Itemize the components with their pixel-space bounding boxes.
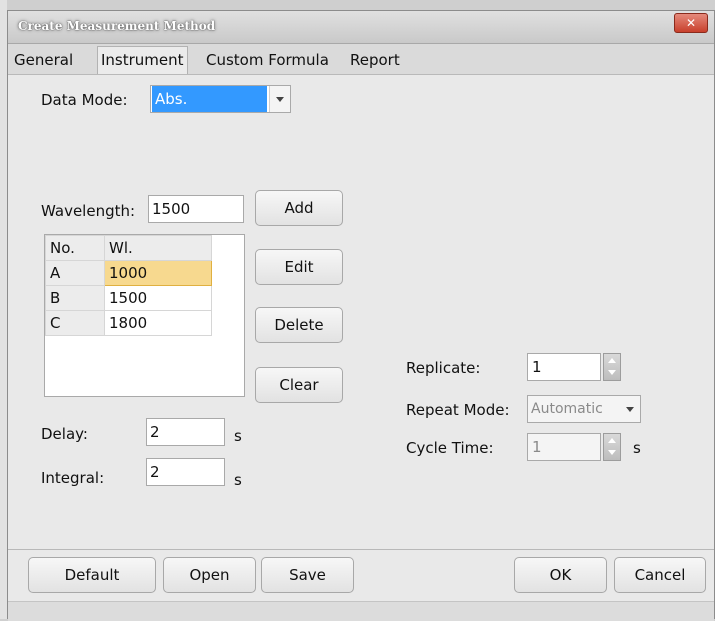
tab-strip: General Instrument Custom Formula Report xyxy=(8,44,714,75)
close-button[interactable]: ✕ xyxy=(674,13,708,33)
wl-cell[interactable]: 1800 xyxy=(104,310,212,336)
tab-report[interactable]: Report xyxy=(350,50,400,72)
title-bar: Create Measurement Method ✕ xyxy=(8,11,714,44)
row-label: B xyxy=(45,285,105,311)
data-mode-select[interactable]: Abs. xyxy=(150,85,291,113)
wavelength-list[interactable]: No. Wl. A 1000 B 1500 C 1800 xyxy=(44,234,245,397)
default-button[interactable]: Default xyxy=(28,557,156,593)
delay-input[interactable]: 2 xyxy=(146,418,225,446)
wavelength-label: Wavelength: xyxy=(41,202,136,220)
replicate-input[interactable]: 1 xyxy=(527,353,601,381)
table-row[interactable]: C 1800 xyxy=(45,310,212,336)
status-bar xyxy=(8,601,714,621)
wl-cell[interactable]: 1000 xyxy=(104,260,212,286)
spin-arrows-icon[interactable] xyxy=(603,353,621,381)
row-label: A xyxy=(45,260,105,286)
integral-unit: s xyxy=(234,471,242,489)
tab-general[interactable]: General xyxy=(14,50,73,72)
add-button[interactable]: Add xyxy=(255,190,343,226)
cycle-time-input[interactable]: 1 xyxy=(527,433,601,461)
spin-arrows-icon[interactable] xyxy=(603,433,621,461)
column-header-no: No. xyxy=(45,235,105,261)
background-strip xyxy=(0,0,7,619)
dialog-window: Create Measurement Method ✕ General Inst… xyxy=(7,10,715,621)
integral-label: Integral: xyxy=(41,469,105,487)
chevron-down-icon[interactable] xyxy=(269,86,290,112)
table-row[interactable]: B 1500 xyxy=(45,285,212,311)
repeat-mode-value: Automatic xyxy=(531,401,603,417)
clear-button[interactable]: Clear xyxy=(255,367,343,403)
wavelength-input[interactable]: 1500 xyxy=(148,195,244,223)
footer-divider xyxy=(8,549,714,550)
wl-cell[interactable]: 1500 xyxy=(104,285,212,311)
open-button[interactable]: Open xyxy=(163,557,256,593)
column-header-wl: Wl. xyxy=(104,235,212,261)
edit-button[interactable]: Edit xyxy=(255,249,343,285)
cycle-time-label: Cycle Time: xyxy=(406,439,494,457)
delay-label: Delay: xyxy=(41,425,88,443)
row-label: C xyxy=(45,310,105,336)
data-mode-label: Data Mode: xyxy=(41,91,128,109)
instrument-panel: Data Mode: Abs. Wavelength: 1500 Add No.… xyxy=(8,75,714,548)
chevron-down-icon[interactable] xyxy=(620,396,640,422)
wavelength-table: No. Wl. A 1000 B 1500 C 1800 xyxy=(45,235,212,336)
integral-input[interactable]: 2 xyxy=(146,458,225,486)
replicate-label: Replicate: xyxy=(406,359,481,377)
save-button[interactable]: Save xyxy=(261,557,354,593)
tab-custom-formula[interactable]: Custom Formula xyxy=(206,50,329,72)
delete-button[interactable]: Delete xyxy=(255,307,343,343)
tab-instrument[interactable]: Instrument xyxy=(97,46,188,74)
delay-unit: s xyxy=(234,427,242,445)
repeat-mode-select[interactable]: Automatic xyxy=(527,395,641,423)
data-mode-value: Abs. xyxy=(152,86,267,112)
table-row[interactable]: A 1000 xyxy=(45,260,212,286)
repeat-mode-label: Repeat Mode: xyxy=(406,401,510,419)
ok-button[interactable]: OK xyxy=(514,557,607,593)
window-title: Create Measurement Method xyxy=(18,19,216,33)
cycle-time-unit: s xyxy=(633,439,641,457)
cancel-button[interactable]: Cancel xyxy=(614,557,706,593)
